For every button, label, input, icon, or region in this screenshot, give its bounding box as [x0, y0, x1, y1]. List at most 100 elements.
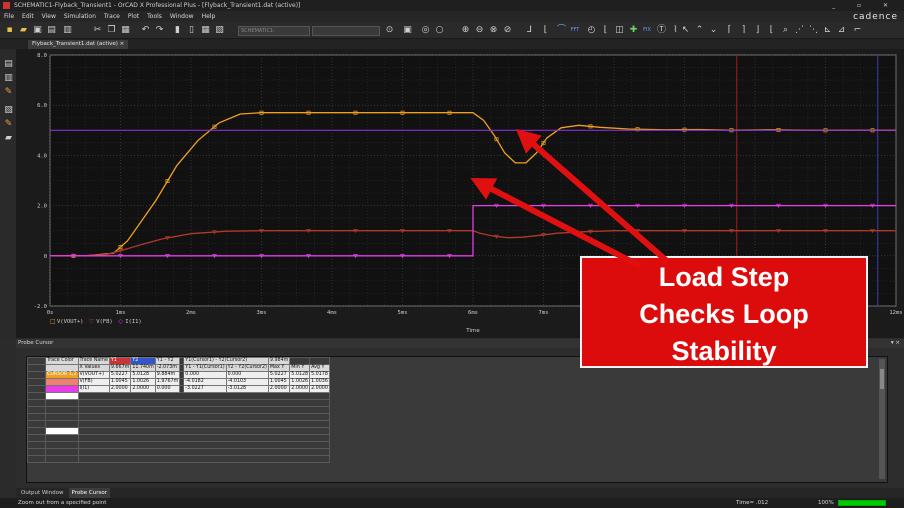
fix-button[interactable]: FIX — [640, 25, 654, 36]
mark-point-icon[interactable]: ⌐ — [852, 25, 863, 36]
left-toolstrip: ▤ ▥ ✎ ▧ ✎ ▰ — [0, 49, 16, 339]
cut-icon[interactable]: ✂ — [92, 25, 103, 36]
trace-color-swatch[interactable]: CURSOR 1,2 — [45, 371, 79, 379]
zoom-in-icon[interactable]: ⊕ — [460, 25, 471, 36]
table-row[interactable]: I(I1) 2.0000 2.0000 0.000 -3.0227 -3.012… — [27, 385, 330, 393]
fft-button[interactable]: FFT — [568, 25, 582, 36]
undo-icon[interactable]: ↶ — [140, 25, 151, 36]
probe-scrollbar[interactable] — [879, 359, 885, 479]
y-tick-label: 4.0 — [37, 153, 47, 159]
tab-close-icon[interactable]: × — [120, 41, 125, 47]
run-icon[interactable]: ⊙ — [384, 25, 395, 36]
probe-icon[interactable]: ▥ — [3, 73, 14, 84]
menu-tools[interactable]: Tools — [143, 11, 166, 22]
print-icon[interactable]: ▤ — [46, 25, 57, 36]
layers-icon[interactable]: ▧ — [3, 105, 14, 116]
y-tick-label: -2.0 — [34, 304, 47, 310]
stop-icon[interactable]: ○ — [434, 25, 445, 36]
cursor-min-icon[interactable]: ⌉ — [738, 25, 749, 36]
table-row-empty[interactable] — [27, 392, 330, 400]
settings-icon[interactable]: ▰ — [3, 133, 14, 144]
table-row-empty[interactable] — [27, 399, 330, 407]
legend-symbol: ▽ — [89, 318, 94, 325]
y-axis-icon[interactable]: ⌊ — [600, 25, 611, 36]
table-row-empty[interactable] — [27, 427, 330, 435]
profile-combo-2[interactable] — [312, 26, 380, 36]
tab-probe-cursor[interactable]: Probe Cursor — [68, 488, 110, 498]
menu-simulation[interactable]: Simulation — [60, 11, 100, 22]
paste-icon[interactable]: ▦ — [120, 25, 131, 36]
table-row-empty[interactable] — [27, 434, 330, 442]
axis-x-icon[interactable]: ⌊ — [540, 25, 551, 36]
new-icon[interactable]: ▪ — [4, 25, 15, 36]
menu-file[interactable]: File — [0, 11, 18, 22]
workspace-icon[interactable]: ▤ — [3, 59, 14, 70]
delete-icon[interactable]: ▮ — [172, 25, 183, 36]
menu-plot[interactable]: Plot — [124, 11, 143, 22]
window-controls[interactable]: _ ▫ ✕ — [832, 0, 898, 11]
cursor-search-icon[interactable]: ⌕ — [780, 25, 791, 36]
trace-color-swatch[interactable] — [45, 385, 79, 393]
find-icon[interactable]: ▯ — [186, 25, 197, 36]
cursor-next-icon[interactable]: ⋰ — [794, 25, 805, 36]
table-row-empty[interactable] — [27, 441, 330, 449]
menu-view[interactable]: View — [38, 11, 60, 22]
cursor-max-icon[interactable]: ⌋ — [752, 25, 763, 36]
diff-value: 9.884m — [154, 371, 181, 379]
profile-combo[interactable]: SCHEMATIC1-Flyback_Transi — [238, 26, 310, 36]
table-row-empty[interactable] — [27, 420, 330, 428]
zoom-fit-icon[interactable]: ⊘ — [502, 25, 513, 36]
grid-icon[interactable]: ▦ — [200, 25, 211, 36]
tab-flyback-transient[interactable]: Flyback_Transient1.dat (active) × — [28, 40, 129, 49]
table-row-empty[interactable] — [27, 413, 330, 421]
marker-icon[interactable]: ✎ — [3, 87, 14, 98]
save-sim-icon[interactable]: ▣ — [402, 25, 413, 36]
sim-settings-icon[interactable]: ▧ — [214, 25, 225, 36]
status-zoom: 100% — [818, 500, 834, 506]
log-x-icon[interactable]: ⅃ — [524, 25, 535, 36]
subheader-avg-y: Avg Y — [309, 364, 330, 372]
menu-window[interactable]: Window — [166, 11, 198, 22]
trace-color-swatch[interactable] — [45, 378, 79, 386]
callout-line-1: Load Step — [658, 262, 790, 292]
save-icon[interactable]: ▣ — [32, 25, 43, 36]
menu-trace[interactable]: Trace — [100, 11, 124, 22]
table-row[interactable]: V(FB) 1.0045 1.0026 1.9767m -4.0182 -4.0… — [27, 378, 330, 386]
redo-icon[interactable]: ↷ — [154, 25, 165, 36]
title-bar: SCHEMATIC1-Flyback_Transient1 - OrCAD X … — [0, 0, 904, 11]
add-trace-icon[interactable]: ✚ — [628, 25, 639, 36]
zoom-area-icon[interactable]: ⊗ — [488, 25, 499, 36]
cursor-peak-icon[interactable]: ⌃ — [694, 25, 705, 36]
callout-line-3: Stability — [671, 336, 777, 366]
zoom-out-icon[interactable]: ⊖ — [474, 25, 485, 36]
text-label-icon[interactable]: Ⓣ — [656, 25, 667, 36]
measure-icon[interactable]: ✎ — [3, 119, 14, 130]
mark-label-icon[interactable]: ⊾ — [822, 25, 833, 36]
plot-icon[interactable]: ◫ — [614, 25, 625, 36]
cursor-point-icon[interactable]: ⌊ — [766, 25, 777, 36]
fourier-icon[interactable]: ⌒ — [556, 25, 567, 36]
cursor-slope-icon[interactable]: ⌈ — [724, 25, 735, 36]
cursor-trough-icon[interactable]: ⌄ — [708, 25, 719, 36]
performance-icon[interactable]: ◴ — [586, 25, 597, 36]
table-row-empty[interactable] — [27, 455, 330, 463]
table-row-empty[interactable] — [27, 406, 330, 414]
y-tick-label: 8.0 — [37, 53, 47, 59]
scrollbar-thumb[interactable] — [880, 369, 884, 389]
print-preview-icon[interactable]: ▥ — [62, 25, 73, 36]
menu-edit[interactable]: Edit — [18, 11, 38, 22]
min-y: 5.0128 — [289, 371, 311, 379]
mark-data-icon[interactable]: ⊿ — [836, 25, 847, 36]
tab-output-window[interactable]: Output Window — [18, 488, 67, 498]
table-row[interactable]: CURSOR 1,2 V(VOUT+) 5.0227 5.0128 9.884m… — [27, 371, 330, 379]
pause-icon[interactable]: ◎ — [420, 25, 431, 36]
menu-help[interactable]: Help — [198, 11, 220, 22]
table-row-empty[interactable] — [27, 448, 330, 456]
cursor-prev-icon[interactable]: ⋱ — [808, 25, 819, 36]
open-icon[interactable]: ▰ — [18, 25, 29, 36]
cursor-icon[interactable]: ↖ — [680, 25, 691, 36]
copy-icon[interactable]: ❐ — [106, 25, 117, 36]
probe-panel-controls[interactable]: ▾ × — [891, 339, 900, 348]
status-time: Time= .012 — [736, 500, 769, 506]
probe-grid[interactable]: Trace Color Trace Name Y1 Y2 Y1 - Y2 Y1(… — [26, 356, 888, 483]
